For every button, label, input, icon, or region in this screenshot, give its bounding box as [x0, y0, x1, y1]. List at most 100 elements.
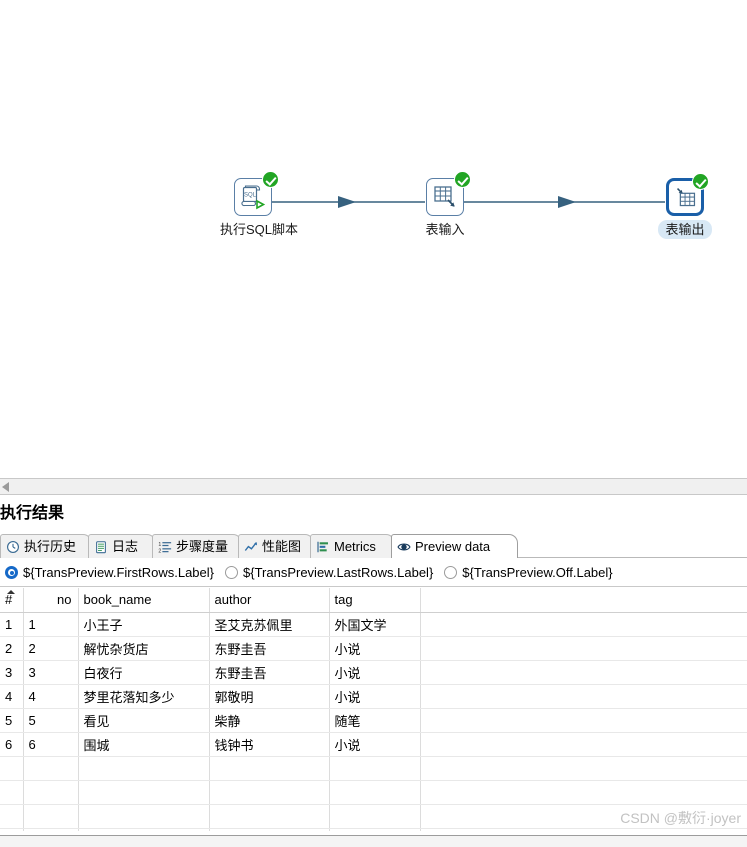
column-header-author[interactable]: author [209, 588, 330, 613]
cell-author[interactable]: 圣艾克苏佩里 [209, 612, 330, 637]
cell-book-name[interactable]: 白夜行 [78, 660, 210, 685]
cell-tag[interactable] [329, 804, 421, 829]
cell-book-name[interactable]: 看见 [78, 708, 210, 733]
cell-author[interactable]: 东野圭吾 [209, 636, 330, 661]
cell-tag[interactable]: 小说 [329, 732, 421, 757]
cell-no[interactable]: 1 [23, 612, 79, 637]
tab-label: 性能图 [262, 538, 302, 554]
cell-no[interactable] [23, 804, 79, 829]
cell-rownum [0, 780, 24, 805]
ordered-list-icon: 1 2 [158, 541, 172, 554]
radio-mark[interactable] [444, 566, 458, 579]
results-tabstrip[interactable]: 执行历史 日志 1 2 步骤度量 性能图 Metrics Preview dat… [0, 534, 747, 558]
column-header-no[interactable]: no [23, 588, 79, 613]
column-header-book-name[interactable]: book_name [78, 588, 210, 613]
cell-author[interactable] [209, 780, 330, 805]
cell-tag[interactable]: 小说 [329, 684, 421, 709]
cell-filler [420, 780, 747, 805]
cell-tag[interactable] [329, 828, 421, 831]
table-row[interactable]: 3 3 白夜行 东野圭吾 小说 [0, 660, 747, 685]
cell-rownum: 3 [0, 660, 24, 685]
table-row[interactable]: 4 4 梦里花落知多少 郭敬明 小说 [0, 684, 747, 709]
cell-filler [420, 660, 747, 685]
tab-step-metrics[interactable]: 1 2 步骤度量 [152, 534, 242, 558]
step-success-badge [454, 171, 471, 188]
cell-book-name[interactable]: 小王子 [78, 612, 210, 637]
cell-author[interactable] [209, 756, 330, 781]
table-row[interactable]: 1 1 小王子 圣艾克苏佩里 外国文学 [0, 612, 747, 637]
tab-exec-history[interactable]: 执行历史 [0, 534, 92, 558]
cell-author[interactable]: 东野圭吾 [209, 660, 330, 685]
cell-no[interactable] [23, 780, 79, 805]
table-row[interactable]: 5 5 看见 柴静 随笔 [0, 708, 747, 733]
cell-author[interactable] [209, 828, 330, 831]
table-row-empty[interactable] [0, 804, 747, 829]
svg-text:SQL: SQL [244, 193, 257, 199]
cell-book-name[interactable] [78, 756, 210, 781]
cell-rownum: 5 [0, 708, 24, 733]
bottom-scrollbar[interactable] [0, 835, 747, 847]
column-header-tag[interactable]: tag [329, 588, 421, 613]
cell-author[interactable]: 柴静 [209, 708, 330, 733]
cell-rownum: 6 [0, 732, 24, 757]
column-header-rownum[interactable]: # [0, 588, 24, 613]
tab-logging[interactable]: 日志 [88, 534, 156, 558]
cell-filler [420, 636, 747, 661]
cell-no[interactable] [23, 756, 79, 781]
cell-no[interactable]: 6 [23, 732, 79, 757]
radio-mark[interactable] [5, 566, 18, 579]
tab-preview-data[interactable]: Preview data [391, 534, 518, 558]
radio-off[interactable]: ${TransPreview.Off.Label} [444, 565, 613, 580]
cell-book-name[interactable]: 解忧杂货店 [78, 636, 210, 661]
cell-tag[interactable]: 小说 [329, 636, 421, 661]
clipboard-icon [96, 540, 106, 553]
step-label: 表输出 [658, 220, 712, 239]
cell-rownum [0, 828, 24, 831]
radio-mark[interactable] [225, 566, 238, 579]
preview-data-grid[interactable]: # no book_name author tag 1 1 小王子 圣艾克苏佩里 外国文… [0, 588, 747, 831]
cell-book-name[interactable] [78, 804, 210, 829]
table-row[interactable]: 6 6 围城 钱钟书 小说 [0, 732, 747, 757]
tab-metrics[interactable]: Metrics [310, 534, 395, 558]
cell-book-name[interactable]: 梦里花落知多少 [78, 684, 210, 709]
cell-no[interactable]: 2 [23, 636, 79, 661]
step-icon-box[interactable] [426, 171, 471, 216]
cell-no[interactable]: 5 [23, 708, 79, 733]
radio-first-rows[interactable]: ${TransPreview.FirstRows.Label} [5, 565, 214, 580]
step-table-output[interactable]: 表输出 [645, 173, 725, 239]
table-row-empty[interactable] [0, 756, 747, 781]
cell-author[interactable]: 郭敬明 [209, 684, 330, 709]
cell-rownum: 2 [0, 636, 24, 661]
cell-author[interactable]: 钱钟书 [209, 732, 330, 757]
step-exec-sql-script[interactable]: SQL 执行SQL脚本 [213, 171, 298, 239]
cell-no[interactable] [23, 828, 79, 831]
step-table-input[interactable]: 表输入 [405, 171, 485, 239]
cell-tag[interactable]: 外国文学 [329, 612, 421, 637]
cell-no[interactable]: 3 [23, 660, 79, 685]
table-row-empty[interactable] [0, 828, 747, 831]
table-row-empty[interactable] [0, 780, 747, 805]
preview-mode-radio-group[interactable]: ${TransPreview.FirstRows.Label} ${TransP… [0, 559, 747, 587]
step-icon-box[interactable] [666, 173, 709, 216]
radio-label: ${TransPreview.FirstRows.Label} [23, 565, 214, 580]
scroll-left-arrow-icon[interactable] [2, 482, 9, 492]
table-header-row: # no book_name author tag [0, 588, 747, 613]
cell-author[interactable] [209, 804, 330, 829]
step-icon-box[interactable]: SQL [234, 171, 279, 216]
cell-book-name[interactable] [78, 828, 210, 831]
hop-arrow-2 [558, 196, 576, 208]
cell-tag[interactable] [329, 780, 421, 805]
cell-no[interactable]: 4 [23, 684, 79, 709]
cell-tag[interactable] [329, 756, 421, 781]
tab-label: 执行历史 [24, 538, 77, 554]
tab-performance-graph[interactable]: 性能图 [238, 534, 314, 558]
cell-book-name[interactable] [78, 780, 210, 805]
transformation-canvas[interactable]: SQL 执行SQL脚本 表输入 表输出 [0, 0, 747, 478]
cell-book-name[interactable]: 围城 [78, 732, 210, 757]
radio-last-rows[interactable]: ${TransPreview.LastRows.Label} [225, 565, 433, 580]
table-row[interactable]: 2 2 解忧杂货店 东野圭吾 小说 [0, 636, 747, 661]
cell-tag[interactable]: 随笔 [329, 708, 421, 733]
cell-rownum [0, 756, 24, 781]
canvas-horizontal-scrollbar[interactable] [0, 478, 747, 495]
cell-tag[interactable]: 小说 [329, 660, 421, 685]
